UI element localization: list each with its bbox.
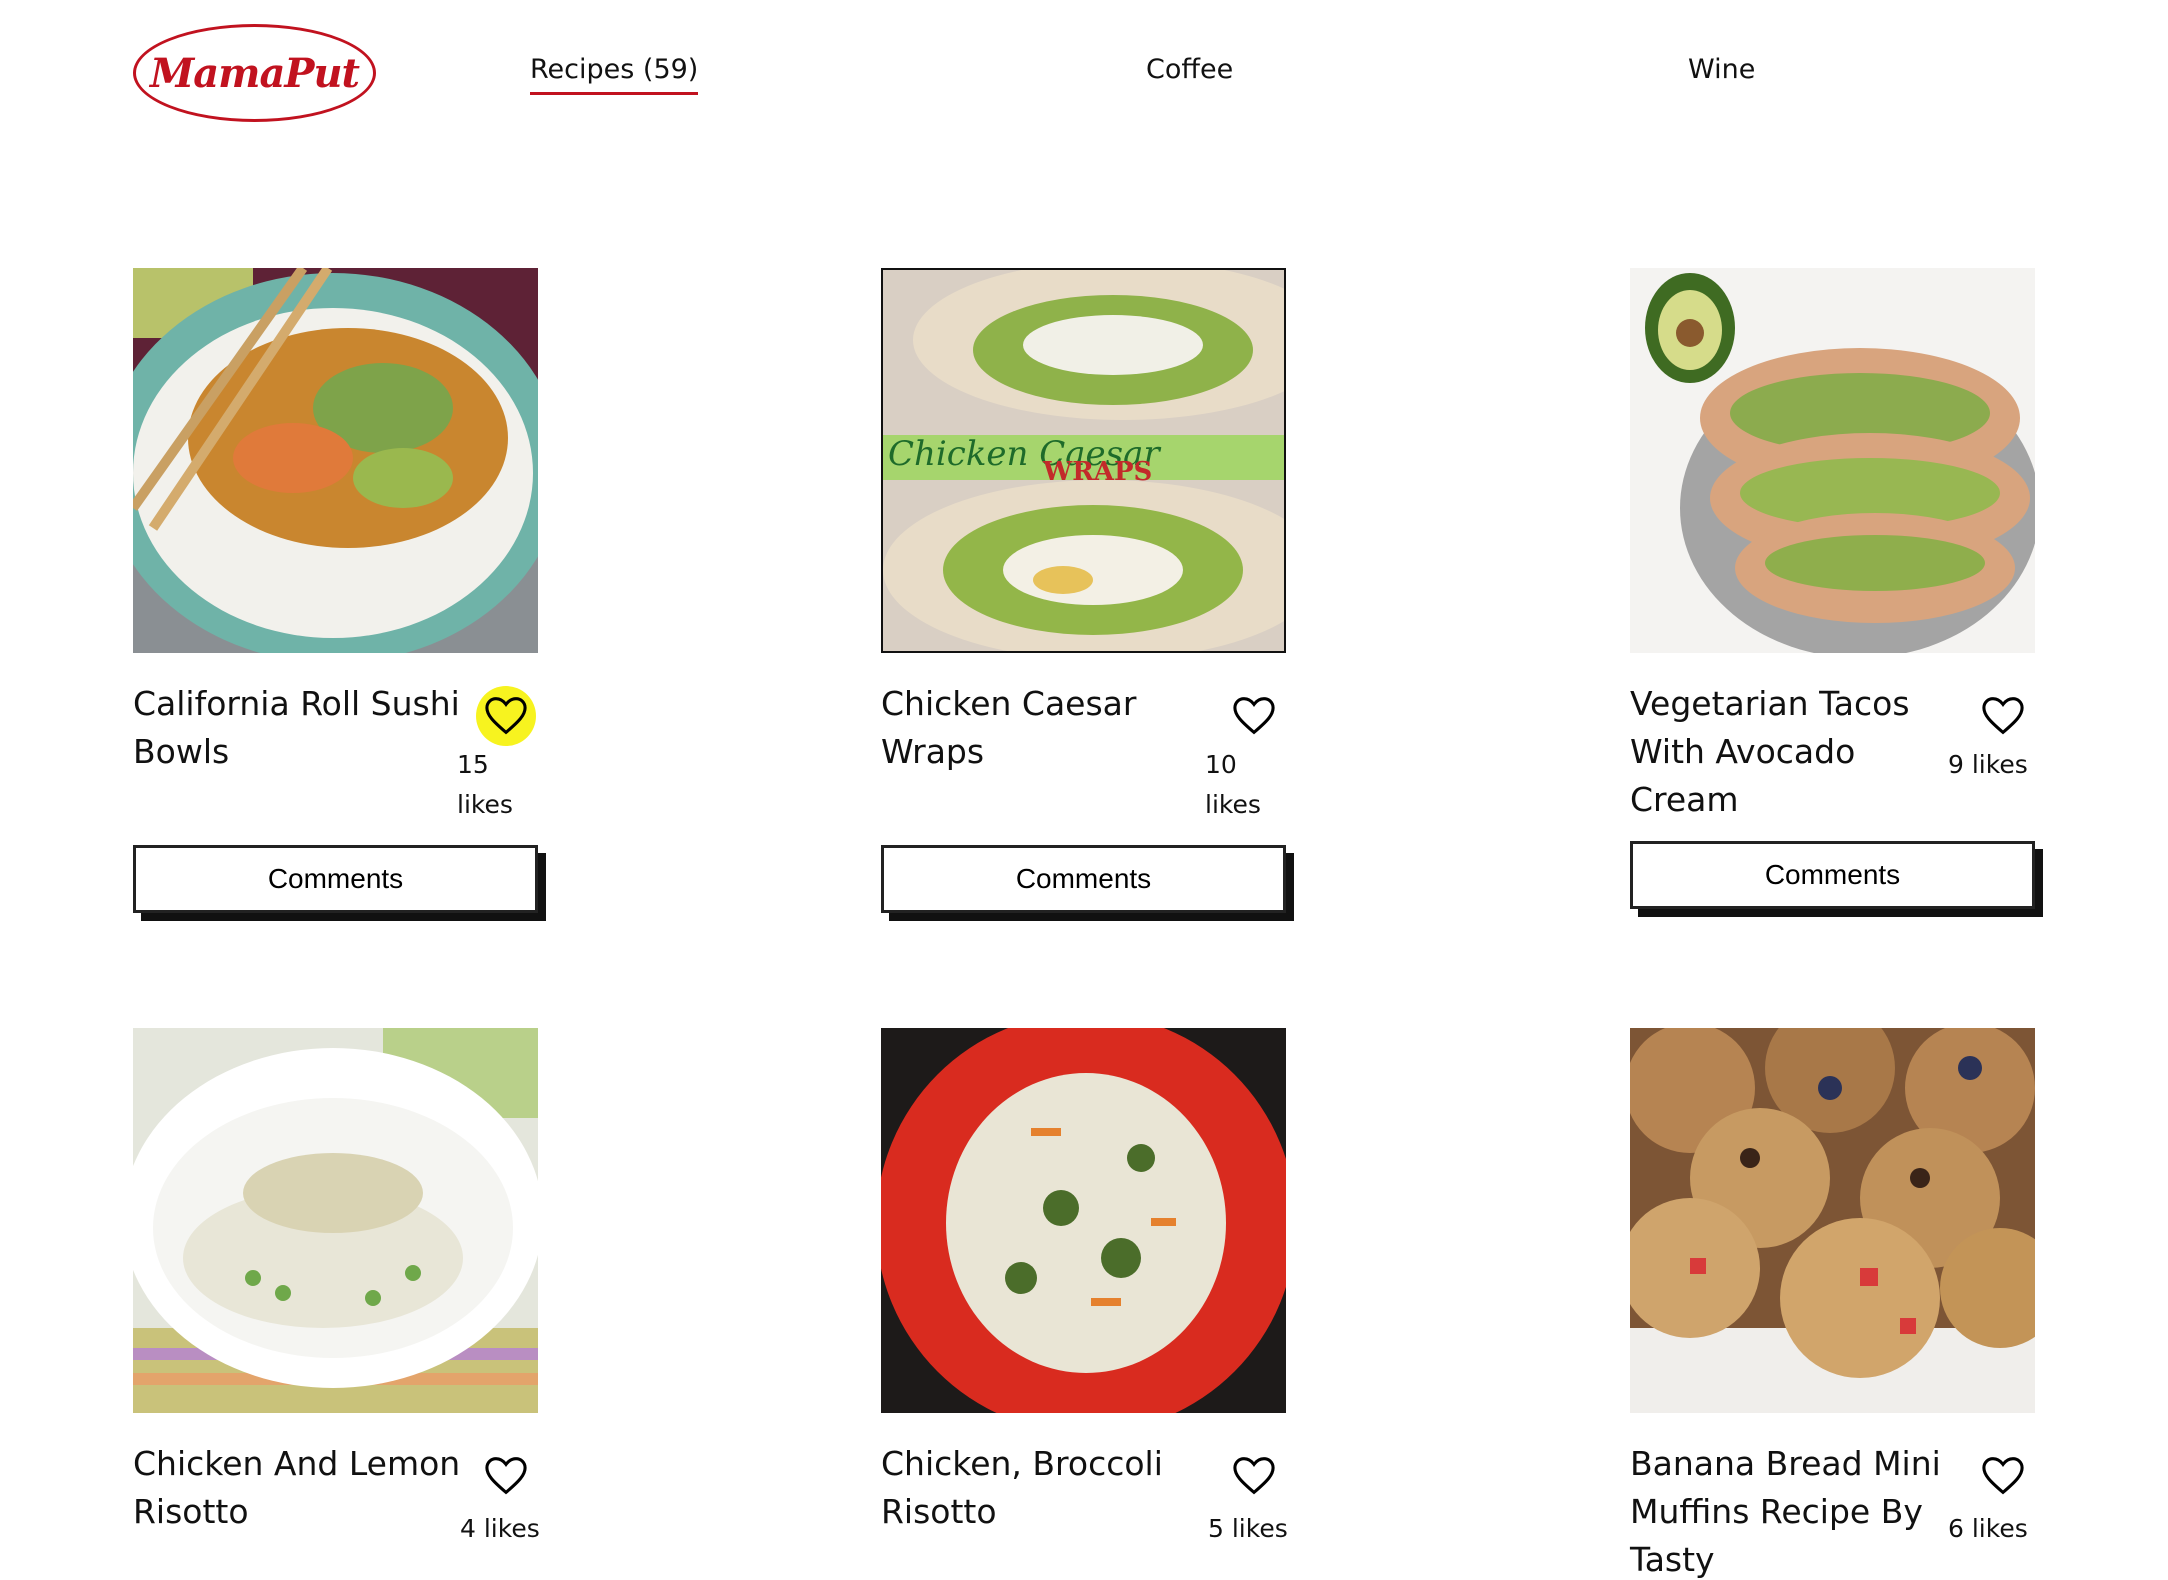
sushi-bowl-image[interactable] <box>133 268 538 653</box>
recipe-title[interactable]: Banana Bread Mini Muffins Recipe By Tast… <box>1630 1440 1960 1580</box>
comments-button[interactable]: Comments <box>133 845 538 913</box>
likes-number: 10 <box>1205 750 1237 779</box>
heart-icon[interactable] <box>476 686 536 746</box>
recipe-card-banana-muffins: Banana Bread Mini Muffins Recipe By Tast… <box>1630 1028 2037 1579</box>
muffins-image[interactable] <box>1630 1028 2035 1413</box>
heart-icon[interactable] <box>476 1446 536 1506</box>
recipe-card-lemon-risotto: Chicken And Lemon Risotto 4 likes <box>133 1028 540 1543</box>
heart-icon[interactable] <box>1224 686 1284 746</box>
comments-button[interactable]: Comments <box>881 845 1286 913</box>
heart-icon[interactable] <box>1973 1446 2033 1506</box>
recipe-card-california-roll: California Roll Sushi Bowls 15 likes Com… <box>133 268 540 913</box>
caesar-wrap-image[interactable]: Chicken Caesar WRAPS <box>881 268 1286 653</box>
veggie-tacos-image[interactable] <box>1630 268 2035 653</box>
comments-button[interactable]: Comments <box>1630 841 2035 909</box>
mamaput-logo[interactable]: MamaPut <box>133 24 376 122</box>
recipe-card-broccoli-risotto: Chicken, Broccoli Risotto 5 likes <box>881 1028 1288 1543</box>
nav-wine[interactable]: Wine <box>1688 50 1755 90</box>
recipe-title[interactable]: Chicken Caesar Wraps <box>881 680 1211 776</box>
heart-icon[interactable] <box>1973 686 2033 746</box>
heart-icon[interactable] <box>1224 1446 1284 1506</box>
likes-word: likes <box>457 790 513 819</box>
likes-count: 6 likes <box>1948 1514 2028 1543</box>
likes-count: 9 likes <box>1948 750 2028 779</box>
likes-number: 15 <box>457 750 489 779</box>
logo-text: MamaPut <box>149 49 360 97</box>
likes-count: 10 likes <box>1205 745 1261 825</box>
recipe-title[interactable]: Chicken, Broccoli Risotto <box>881 1440 1211 1536</box>
recipe-title[interactable]: Vegetarian Tacos With Avocado Cream <box>1630 680 1960 824</box>
broccoli-risotto-image[interactable] <box>881 1028 1286 1413</box>
likes-word: likes <box>1205 790 1261 819</box>
likes-count: 4 likes <box>460 1514 540 1543</box>
nav-coffee[interactable]: Coffee <box>1146 50 1233 90</box>
recipe-card-chicken-caesar: Chicken Caesar WRAPS Chicken Caesar Wrap… <box>881 268 1288 913</box>
nav-recipes[interactable]: Recipes (59) <box>530 50 699 95</box>
recipe-card-veggie-tacos: Vegetarian Tacos With Avocado Cream 9 li… <box>1630 268 2037 909</box>
likes-count: 5 likes <box>1208 1514 1288 1543</box>
recipe-title[interactable]: Chicken And Lemon Risotto <box>133 1440 463 1536</box>
recipe-title[interactable]: California Roll Sushi Bowls <box>133 680 463 776</box>
likes-count: 15 likes <box>457 745 513 825</box>
recipes-page: MamaPut Recipes (59) Coffee Wine Califor… <box>0 0 2168 1580</box>
lemon-risotto-image[interactable] <box>133 1028 538 1413</box>
